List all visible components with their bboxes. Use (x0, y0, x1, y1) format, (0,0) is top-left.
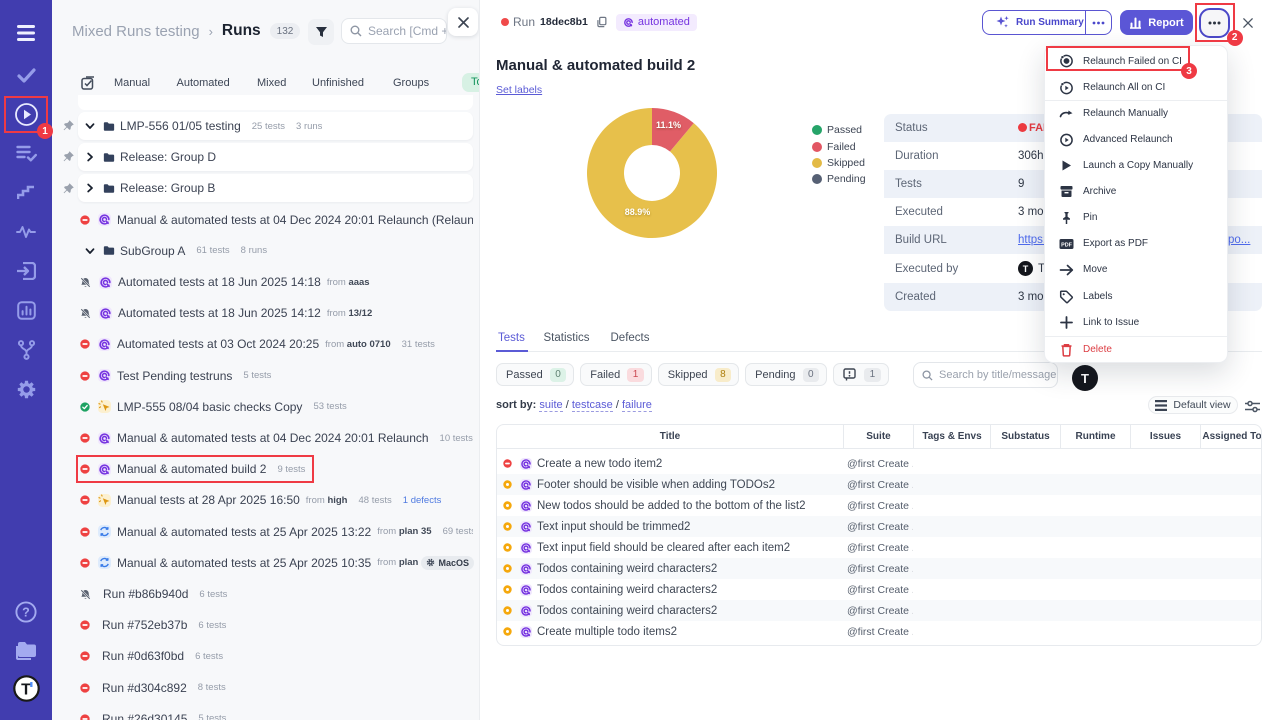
svg-text:PDF: PDF (1061, 242, 1072, 248)
svg-text:?: ? (22, 605, 30, 619)
svg-text:T: T (21, 681, 31, 698)
